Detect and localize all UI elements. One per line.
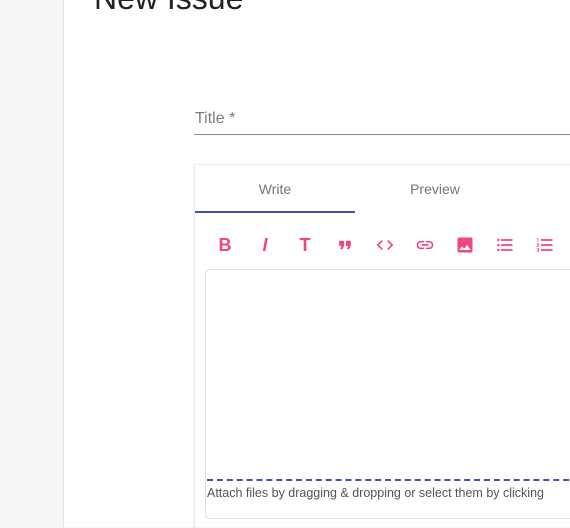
heading-button[interactable]: T: [289, 229, 321, 261]
code-icon: [376, 240, 394, 250]
bullet-list-button[interactable]: [489, 229, 521, 261]
bold-icon: B: [218, 234, 232, 255]
tab-write[interactable]: Write: [195, 165, 355, 212]
issue-body-textarea[interactable]: Attach files by dragging & dropping or s…: [205, 269, 570, 519]
italic-icon: I: [262, 234, 268, 255]
editor-toolbar: B I T: [205, 229, 570, 261]
quote-button[interactable]: [329, 229, 361, 261]
link-button[interactable]: [409, 229, 441, 261]
bold-button[interactable]: B: [209, 229, 241, 261]
editor-tabs: Write Preview: [195, 165, 570, 213]
attach-files-hint[interactable]: Attach files by dragging & dropping or s…: [207, 486, 544, 500]
markdown-editor: Write Preview B I T Attach files by drag…: [194, 164, 570, 528]
numbered-list-icon: [536, 238, 553, 252]
image-icon: [457, 237, 473, 253]
main-panel: New Issue Title * Write Preview B I T: [63, 0, 570, 528]
code-button[interactable]: [369, 229, 401, 261]
active-tab-indicator: [195, 211, 355, 213]
italic-button[interactable]: I: [249, 229, 281, 261]
image-button[interactable]: [449, 229, 481, 261]
page-title: New Issue: [94, 0, 243, 17]
link-icon: [416, 240, 434, 250]
title-input-label: Title *: [195, 110, 236, 127]
bullet-list-icon: [497, 238, 513, 252]
heading-icon: T: [299, 234, 311, 255]
title-input[interactable]: Title *: [194, 108, 570, 135]
tab-preview[interactable]: Preview: [355, 165, 515, 212]
drop-zone-divider: [207, 479, 570, 481]
quote-icon: [339, 240, 351, 250]
numbered-list-button[interactable]: [529, 229, 561, 261]
